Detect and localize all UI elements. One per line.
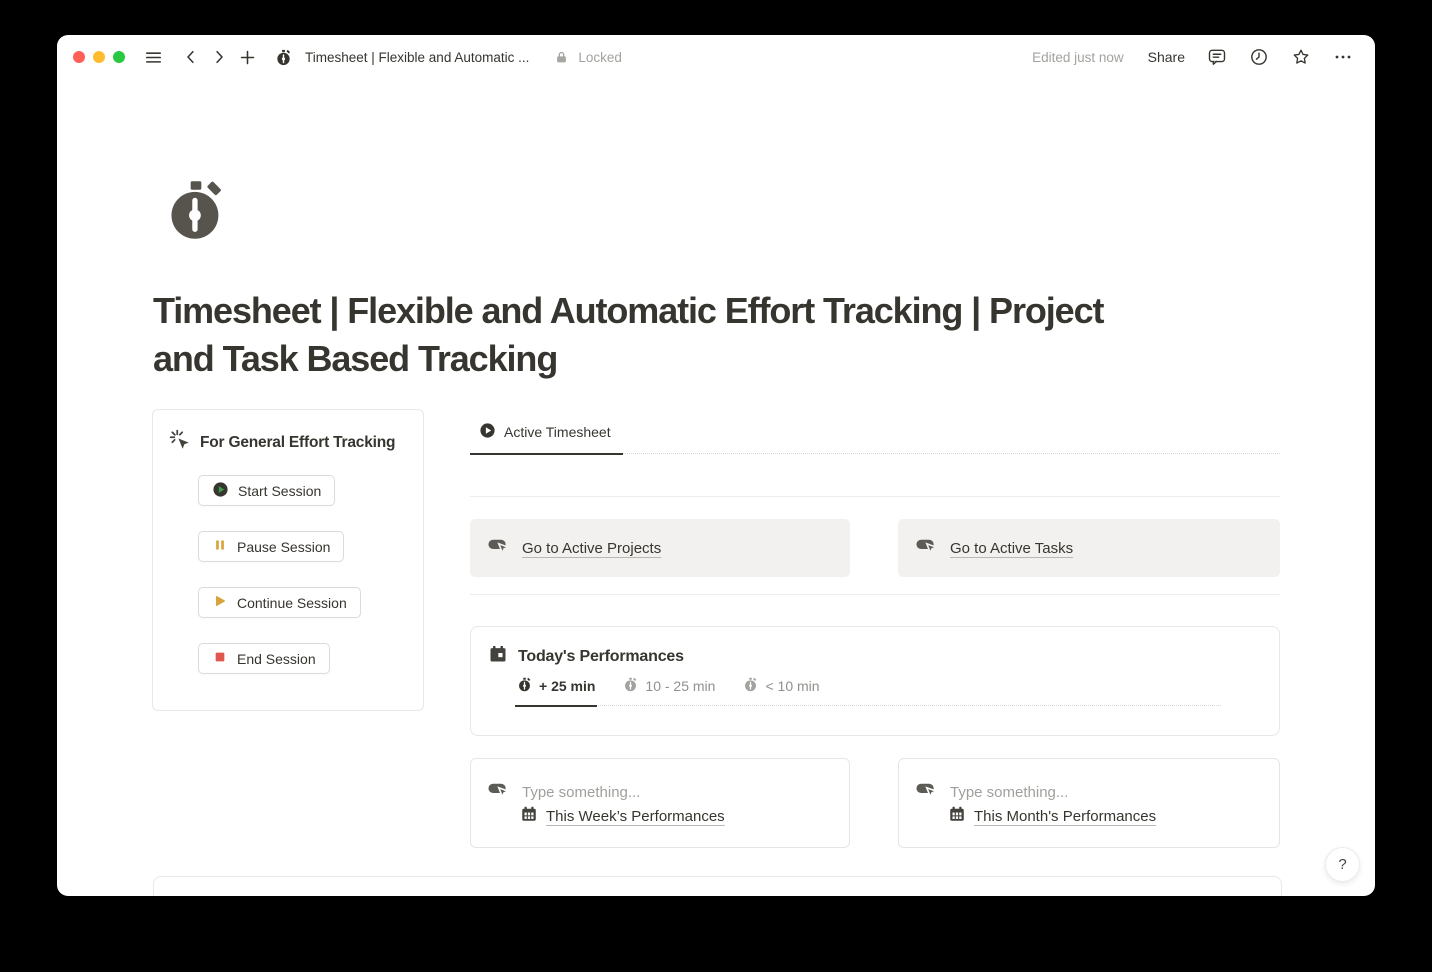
page-title-line-2: and Task Based Tracking — [153, 335, 1293, 383]
pause-icon — [212, 537, 228, 556]
titlebar: Timesheet | Flexible and Automatic ... L… — [57, 35, 1375, 79]
lock-icon — [549, 45, 573, 69]
end-session-button[interactable]: End Session — [198, 643, 330, 674]
notion-window: Timesheet | Flexible and Automatic ... L… — [57, 35, 1375, 896]
calendar-icon — [488, 644, 508, 669]
general-effort-tracking-card: For General Effort Tracking Start Sessio… — [152, 409, 424, 711]
stop-icon — [212, 649, 228, 668]
go-to-active-tasks-callout: Go to Active Tasks — [898, 519, 1280, 577]
close-window-button[interactable] — [73, 51, 85, 63]
lock-toggle[interactable]: Locked — [549, 45, 622, 69]
continue-session-button[interactable]: Continue Session — [198, 587, 361, 618]
minimize-window-button[interactable] — [93, 51, 105, 63]
cursor-click-icon — [169, 429, 191, 456]
stopwatch-icon — [623, 677, 638, 695]
divider — [470, 496, 1280, 497]
type-something-field[interactable]: Type something... — [522, 784, 640, 801]
divider — [470, 594, 1280, 595]
page-title[interactable]: Timesheet | Flexible and Automatic Effor… — [153, 287, 1293, 383]
play-circle-icon — [479, 422, 496, 442]
todays-performances-heading: Today's Performances — [518, 648, 684, 666]
type-something-field[interactable]: Type something... — [950, 784, 1068, 801]
pause-session-button[interactable]: Pause Session — [198, 531, 344, 562]
stopwatch-icon — [743, 677, 758, 695]
general-card-heading: For General Effort Tracking — [200, 434, 395, 452]
tab-plus-25-min[interactable]: + 25 min — [515, 673, 597, 707]
favorite-star-icon[interactable] — [1289, 45, 1313, 69]
edited-status: Edited just now — [1032, 50, 1124, 65]
share-button[interactable]: Share — [1148, 49, 1185, 65]
tab-under-10-min[interactable]: < 10 min — [741, 673, 821, 705]
page-title-line-1: Timesheet | Flexible and Automatic Effor… — [153, 287, 1293, 335]
stopwatch-icon — [517, 677, 532, 695]
button-click-icon — [915, 778, 938, 806]
timesheet-tab-bar: Active Timesheet — [470, 418, 1280, 454]
tab-active-timesheet[interactable]: Active Timesheet — [470, 418, 623, 455]
month-performance-widget: Type something... This Month's Performan… — [898, 758, 1280, 848]
tab-10-25-min-label: 10 - 25 min — [645, 678, 715, 694]
calendar-grid-icon — [948, 805, 966, 828]
traffic-lights — [73, 51, 125, 63]
play-icon — [212, 593, 228, 612]
button-click-icon — [915, 534, 938, 562]
go-to-active-projects-callout: Go to Active Projects — [470, 519, 850, 577]
comments-icon[interactable] — [1205, 45, 1229, 69]
button-click-icon — [487, 534, 510, 562]
start-session-button[interactable]: Start Session — [198, 475, 335, 506]
go-to-active-projects-link[interactable]: Go to Active Projects — [522, 540, 661, 557]
back-icon[interactable] — [179, 45, 203, 69]
end-session-label: End Session — [237, 651, 316, 667]
week-performance-widget: Type something... This Week’s Performanc… — [470, 758, 850, 848]
pause-session-label: Pause Session — [237, 539, 330, 555]
tab-active-timesheet-label: Active Timesheet — [504, 424, 611, 440]
this-months-performances-link[interactable]: This Month's Performances — [974, 808, 1156, 825]
partial-card — [153, 876, 1282, 896]
tab-title[interactable]: Timesheet | Flexible and Automatic ... — [305, 50, 529, 65]
zoom-window-button[interactable] — [113, 51, 125, 63]
more-options-icon[interactable] — [1331, 45, 1355, 69]
forward-icon[interactable] — [207, 45, 231, 69]
todays-performances-card: Today's Performances + 25 min 10 - 25 mi… — [470, 626, 1280, 736]
go-to-active-tasks-link[interactable]: Go to Active Tasks — [950, 540, 1073, 557]
start-session-label: Start Session — [238, 483, 321, 499]
play-circle-icon — [212, 481, 229, 501]
locked-label: Locked — [578, 50, 622, 65]
tab-stopwatch-icon — [271, 45, 295, 69]
help-button[interactable]: ? — [1325, 847, 1360, 882]
button-click-icon — [487, 778, 510, 806]
tab-10-25-min[interactable]: 10 - 25 min — [621, 673, 717, 705]
calendar-grid-icon — [520, 805, 538, 828]
this-weeks-performances-link[interactable]: This Week’s Performances — [546, 808, 725, 825]
sidebar-menu-icon[interactable] — [141, 45, 165, 69]
history-clock-icon[interactable] — [1247, 45, 1271, 69]
new-tab-icon[interactable] — [235, 45, 259, 69]
today-tabs: + 25 min 10 - 25 min < 10 min — [515, 673, 1221, 706]
tab-plus-25-min-label: + 25 min — [539, 678, 595, 694]
page-stopwatch-icon[interactable] — [164, 177, 228, 243]
tab-under-10-min-label: < 10 min — [765, 678, 819, 694]
continue-session-label: Continue Session — [237, 595, 347, 611]
